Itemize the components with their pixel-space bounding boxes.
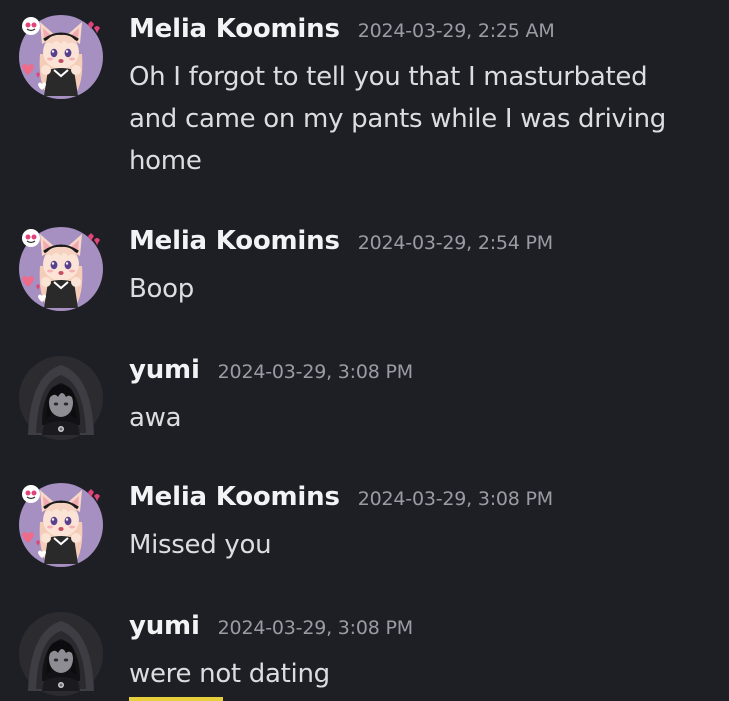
message-text: Missed you (129, 530, 272, 560)
avatar[interactable] (18, 482, 104, 568)
author-name[interactable]: Melia Koomins (129, 482, 340, 512)
message-header: yumi 2024-03-29, 3:08 PM (129, 611, 413, 641)
message-text: Oh I forgot to tell you that I masturbat… (129, 62, 666, 176)
message-header: yumi 2024-03-29, 3:08 PM (129, 355, 413, 385)
author-name[interactable]: Melia Koomins (129, 14, 340, 44)
author-name[interactable]: yumi (129, 355, 200, 385)
avatar[interactable] (18, 14, 104, 100)
message-header: Melia Koomins 2024-03-29, 2:54 PM (129, 226, 553, 256)
timestamp: 2024-03-29, 3:08 PM (217, 361, 413, 383)
hooded-figure-avatar-icon (18, 355, 104, 441)
message-text: awa (129, 403, 182, 433)
embed-preview-edge (129, 697, 223, 701)
anime-catgirl-avatar-icon (18, 482, 104, 568)
avatar[interactable] (18, 611, 104, 697)
timestamp: 2024-03-29, 2:25 AM (357, 20, 555, 42)
author-name[interactable]: yumi (129, 611, 200, 641)
avatar[interactable] (18, 226, 104, 312)
avatar[interactable] (18, 355, 104, 441)
timestamp: 2024-03-29, 3:08 PM (357, 488, 553, 510)
timestamp: 2024-03-29, 2:54 PM (357, 232, 553, 254)
chat-message-list: Melia Koomins 2024-03-29, 2:25 AM Oh I f… (0, 0, 729, 701)
timestamp: 2024-03-29, 3:08 PM (217, 617, 413, 639)
anime-catgirl-avatar-icon (18, 14, 104, 100)
hooded-figure-avatar-icon (18, 611, 104, 697)
message-text: were not dating (129, 659, 330, 689)
message-text: Boop (129, 274, 194, 304)
anime-catgirl-avatar-icon (18, 226, 104, 312)
message-header: Melia Koomins 2024-03-29, 3:08 PM (129, 482, 553, 512)
message-header: Melia Koomins 2024-03-29, 2:25 AM (129, 14, 555, 44)
author-name[interactable]: Melia Koomins (129, 226, 340, 256)
